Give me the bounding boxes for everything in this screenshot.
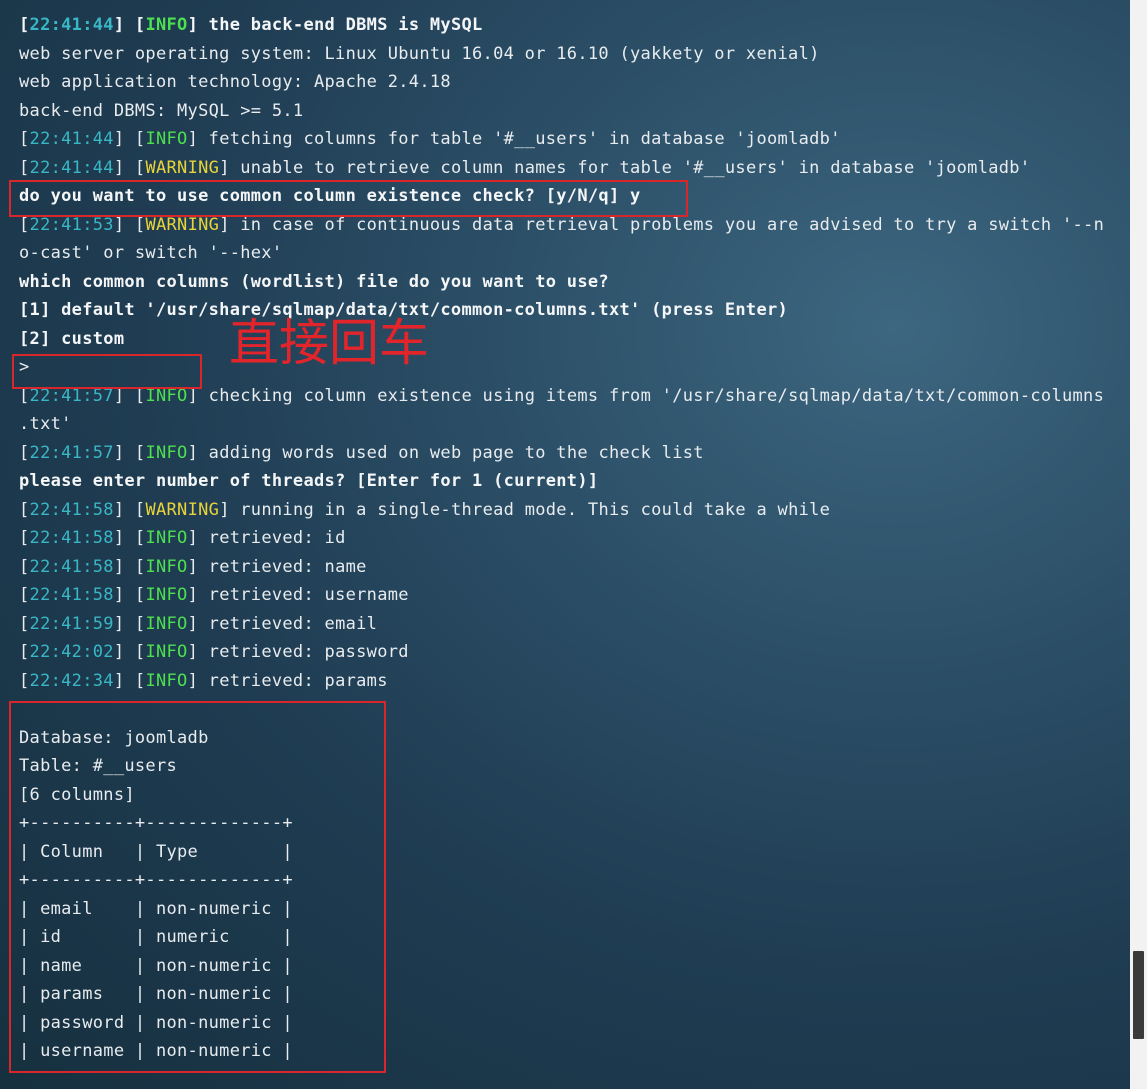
terminal-line: [22:41:58] [INFO] retrieved: name (19, 556, 367, 577)
vertical-scrollbar[interactable] (1130, 0, 1147, 1089)
log-message: retrieved: email (208, 613, 378, 634)
terminal-line: [22:41:44] [WARNING] unable to retrieve … (19, 157, 1031, 178)
highlight-box-column-check (9, 180, 688, 217)
terminal-line: [22:42:02] [INFO] retrieved: password (19, 642, 409, 662)
terminal-line: o-cast' or switch '--hex' (19, 243, 283, 263)
terminal-line: please enter number of threads? [Enter f… (19, 471, 599, 491)
annotation-press-enter-label: 直接回车 (229, 314, 429, 372)
terminal-line: .txt' (19, 414, 72, 434)
terminal-line: web server operating system: Linux Ubunt… (19, 43, 820, 64)
log-level: INFO (145, 585, 188, 605)
log-timestamp: 22:42:34 (29, 670, 114, 691)
log-timestamp: 22:41:58 (29, 528, 114, 548)
log-level: INFO (145, 642, 188, 662)
log-timestamp: 22:41:53 (29, 214, 114, 235)
log-level: WARNING (145, 499, 220, 520)
scrollbar-thumb[interactable] (1133, 951, 1144, 1039)
previous-output-fragment: ... (19, 0, 50, 8)
log-message: in case of continuous data retrieval pro… (240, 214, 1105, 235)
highlight-box-result-table (9, 701, 386, 1073)
terminal-line: [22:41:58] [WARNING] running in a single… (19, 499, 831, 520)
log-timestamp: 22:41:59 (29, 613, 114, 634)
terminal-line: web application technology: Apache 2.4.1… (19, 72, 451, 92)
log-message: adding words used on web page to the che… (208, 442, 704, 463)
log-timestamp: 22:41:57 (29, 442, 114, 463)
log-timestamp: 22:41:44 (29, 129, 114, 149)
log-message: retrieved: password (208, 642, 409, 662)
log-level: INFO (145, 15, 188, 35)
log-timestamp: 22:42:02 (29, 642, 114, 662)
log-timestamp: 22:41:58 (29, 499, 114, 520)
terminal-line: [22:41:58] [INFO] retrieved: username (19, 585, 409, 605)
log-message: the back-end DBMS is MySQL (208, 15, 483, 35)
log-level: INFO (145, 528, 188, 548)
log-level: INFO (145, 613, 188, 634)
log-message: checking column existence using items fr… (208, 385, 1105, 406)
log-timestamp: 22:41:58 (29, 585, 114, 605)
log-message: fetching columns for table '#__users' in… (208, 129, 841, 149)
log-level: INFO (145, 670, 188, 691)
log-message: running in a single-thread mode. This co… (240, 499, 831, 520)
log-message: retrieved: id (208, 528, 346, 548)
log-level: INFO (145, 442, 188, 463)
log-timestamp: 22:41:58 (29, 556, 114, 577)
log-level: WARNING (145, 157, 220, 178)
terminal-line: [2] custom (19, 328, 125, 349)
terminal-line: [22:42:34] [INFO] retrieved: params (19, 670, 388, 691)
terminal-line: [22:41:57] [INFO] adding words used on w… (19, 442, 704, 463)
highlight-box-enter-prompt (12, 354, 202, 389)
terminal-line: [22:41:58] [INFO] retrieved: id (19, 528, 346, 548)
log-message: retrieved: username (208, 585, 409, 605)
log-level: INFO (145, 129, 188, 149)
log-message: retrieved: params (208, 670, 388, 691)
terminal-line: which common columns (wordlist) file do … (19, 271, 609, 292)
terminal-line: back-end DBMS: MySQL >= 5.1 (19, 100, 304, 121)
log-timestamp: 22:41:44 (29, 157, 114, 178)
terminal-line: [22:41:44] [INFO] fetching columns for t… (19, 129, 841, 149)
log-message: retrieved: name (208, 556, 367, 577)
log-level: WARNING (145, 214, 220, 235)
log-level: INFO (145, 556, 188, 577)
terminal-line: [22:41:44] [INFO] the back-end DBMS is M… (19, 15, 483, 35)
log-timestamp: 22:41:44 (29, 15, 114, 35)
log-message: unable to retrieve column names for tabl… (240, 157, 1031, 178)
terminal-line: [22:41:59] [INFO] retrieved: email (19, 613, 378, 634)
